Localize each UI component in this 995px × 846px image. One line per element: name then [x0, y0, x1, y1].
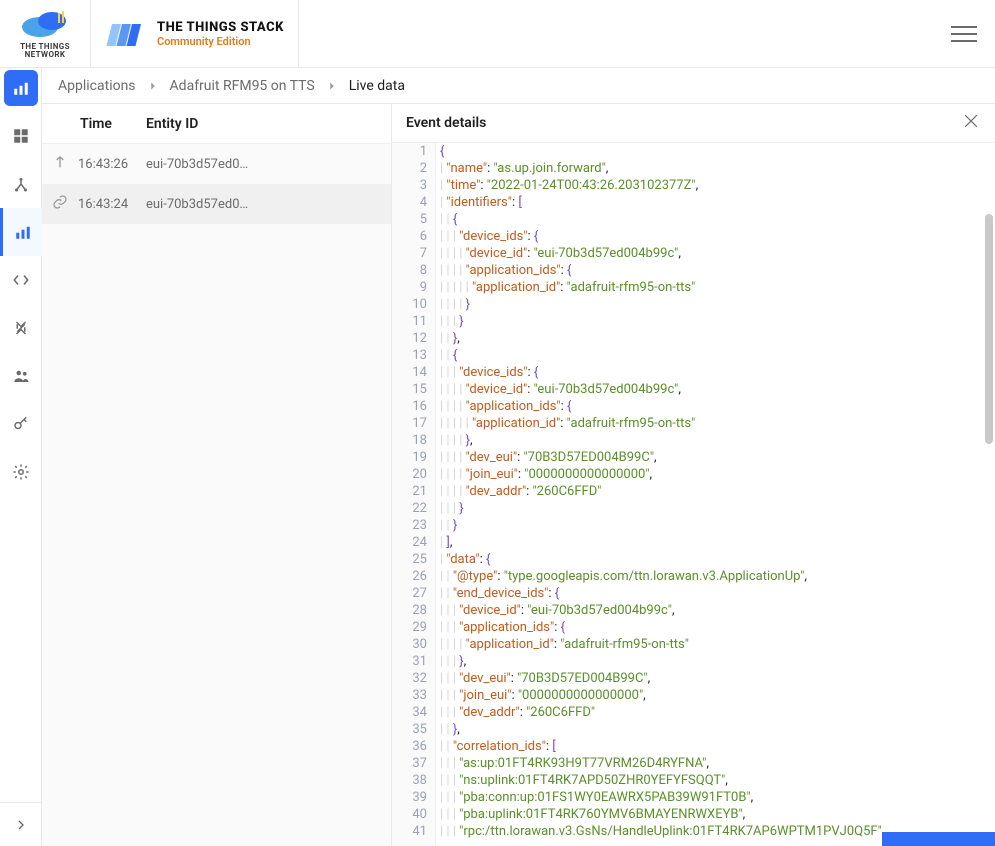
col-entity: Entity ID	[140, 116, 381, 132]
ttn-logo-text: THE THINGSNETWORK	[20, 43, 70, 59]
arrow-up-icon	[52, 154, 68, 174]
close-button[interactable]	[961, 111, 981, 135]
crumb-app-name[interactable]: Adafruit RFM95 on TTS	[170, 78, 315, 94]
event-entity: eui-70b3d57ed0…	[146, 157, 381, 172]
sidebar-overview[interactable]	[0, 112, 42, 160]
event-list: Time Entity ID 16:43:26eui-70b3d57ed0…16…	[42, 104, 392, 846]
tts-subtitle: Community Edition	[157, 35, 284, 48]
sidebar-app-icon[interactable]	[4, 70, 38, 106]
sidebar-api-keys[interactable]	[0, 400, 42, 448]
col-time: Time	[52, 116, 140, 132]
crumb-applications[interactable]: Applications	[58, 78, 136, 94]
breadcrumb: Applications Adafruit RFM95 on TTS Live …	[42, 68, 995, 104]
sidebar-collaborators[interactable]	[0, 352, 42, 400]
json-viewer[interactable]: 1234567891011121314151617181920212223242…	[392, 142, 995, 846]
sidebar-settings[interactable]	[0, 448, 42, 496]
event-row[interactable]: 16:43:26 eui-70b3d57ed0…	[42, 144, 391, 184]
event-time: 16:43:24	[78, 197, 136, 212]
detail-title: Event details	[406, 115, 486, 131]
chevron-right-icon	[146, 79, 160, 93]
sidebar-expand[interactable]	[0, 802, 41, 846]
tts-logo[interactable]: THE THINGS STACK Community Edition	[90, 0, 299, 68]
ttn-logo[interactable]: THE THINGSNETWORK	[6, 5, 84, 63]
tts-title: THE THINGS STACK	[157, 20, 284, 35]
event-detail-panel: Event details 12345678910111213141516171…	[392, 104, 995, 846]
event-row[interactable]: 16:43:24 eui-70b3d57ed0…	[42, 184, 391, 224]
sidebar-live-data[interactable]	[0, 208, 42, 256]
link-icon	[52, 194, 68, 214]
sidebar	[0, 68, 42, 846]
top-header: THE THINGSNETWORK THE THINGS STACK Commu…	[0, 0, 995, 68]
crumb-current: Live data	[349, 78, 405, 94]
event-entity: eui-70b3d57ed0…	[146, 197, 381, 212]
footer-accent	[882, 832, 995, 846]
sidebar-integrations[interactable]	[0, 304, 42, 352]
chevron-right-icon	[325, 79, 339, 93]
menu-button[interactable]	[951, 26, 977, 42]
close-icon	[961, 111, 981, 131]
scrollbar[interactable]	[985, 214, 995, 830]
sidebar-devices[interactable]	[0, 160, 42, 208]
sidebar-payload[interactable]	[0, 256, 42, 304]
event-time: 16:43:26	[78, 157, 136, 172]
